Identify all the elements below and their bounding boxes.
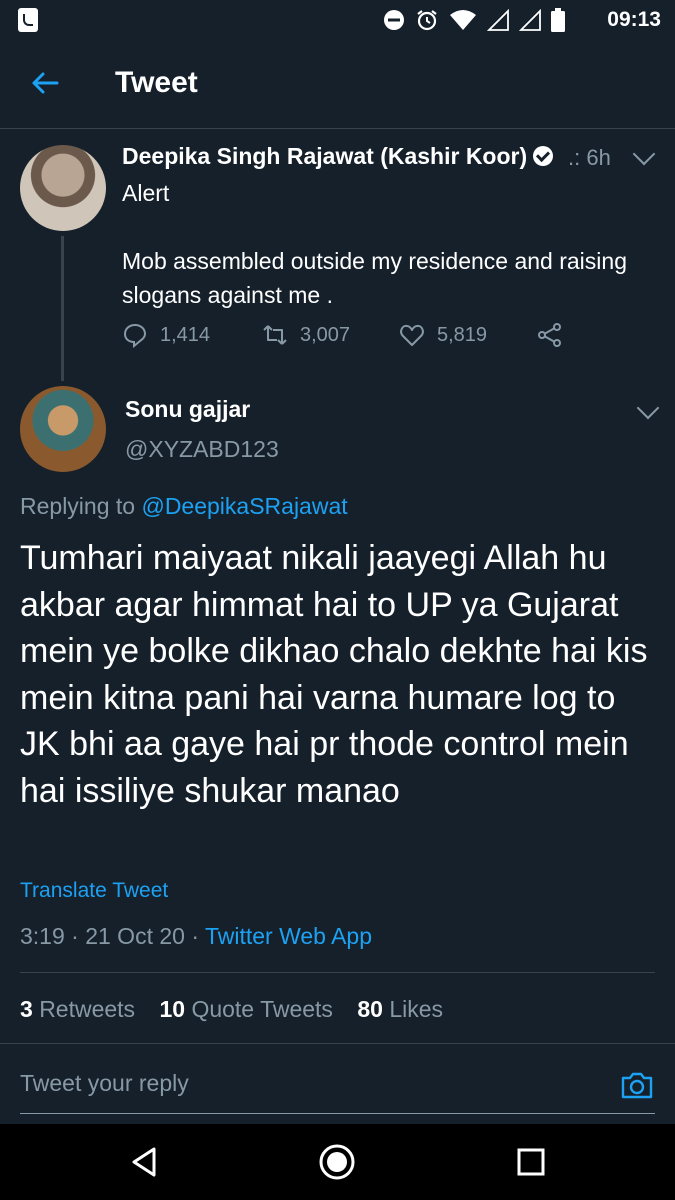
system-nav-bar	[0, 1124, 675, 1200]
heart-icon	[400, 324, 424, 346]
replying-to: Replying to @DeepikaSRajawat	[20, 493, 348, 520]
tweet-timestamp: 3:19 · 21 Oct 20 · Twitter Web App	[20, 923, 372, 950]
retweets-label: Retweets	[39, 996, 136, 1022]
retweet-icon	[263, 325, 287, 345]
reply-count: 1,414	[160, 323, 211, 346]
chevron-down-icon[interactable]	[632, 142, 656, 166]
avatar[interactable]	[20, 386, 106, 472]
do-not-disturb-icon	[384, 10, 404, 30]
reply-input-underline	[20, 1113, 655, 1114]
nav-back-icon[interactable]	[126, 1143, 164, 1181]
quotes-label: Quote Tweets	[191, 996, 333, 1022]
tweet-stats: 3 Retweets 10 Quote Tweets 80 Likes	[20, 996, 461, 1023]
nav-recents-icon[interactable]	[512, 1143, 550, 1181]
likes-label: Likes	[389, 996, 444, 1022]
share-button[interactable]	[537, 322, 563, 348]
camera-icon[interactable]	[620, 1068, 654, 1102]
source-link[interactable]: Twitter Web App	[205, 923, 372, 949]
reply-button[interactable]: 1,414	[122, 322, 262, 348]
battery-icon	[551, 8, 565, 32]
timestamp-text: 3:19 · 21 Oct 20 ·	[20, 923, 205, 949]
verified-badge-icon	[533, 146, 554, 166]
divider	[20, 972, 655, 973]
likes-count: 80	[357, 996, 383, 1022]
reply-icon	[123, 323, 147, 348]
mention-link[interactable]: @DeepikaSRajawat	[141, 493, 347, 519]
status-time: 09:13	[607, 8, 661, 31]
likes-stat[interactable]: 80 Likes	[357, 996, 443, 1022]
wifi-icon	[450, 10, 476, 30]
reply-input[interactable]: Tweet your reply	[20, 1070, 189, 1097]
notification-icon	[18, 8, 38, 32]
page-title: Tweet	[115, 66, 198, 99]
author-handle[interactable]: @XYZABD123	[125, 436, 279, 463]
tweet-text: Alert Mob assembled outside my residence…	[122, 180, 627, 308]
author-name[interactable]: Deepika Singh Rajawat (Kashir Koor)	[122, 143, 554, 170]
top-app-bar: Tweet	[0, 40, 675, 129]
replying-label: Replying to	[20, 493, 136, 519]
alarm-icon	[417, 10, 437, 31]
avatar[interactable]	[20, 145, 106, 231]
tweet-time: .: 6h	[568, 145, 611, 170]
tweet-text: Tumhari maiyaat nikali jaayegi Allah hu …	[20, 539, 648, 810]
signal-icon	[519, 9, 541, 31]
chevron-down-icon[interactable]	[636, 396, 660, 420]
like-button[interactable]: 5,819	[399, 322, 537, 348]
retweets-stat[interactable]: 3 Retweets	[20, 996, 135, 1022]
translate-tweet-link[interactable]: Translate Tweet	[20, 879, 168, 903]
quote-tweets-stat[interactable]: 10 Quote Tweets	[159, 996, 332, 1022]
divider	[0, 1043, 675, 1044]
back-arrow-icon[interactable]	[28, 66, 62, 100]
quotes-count: 10	[159, 996, 186, 1022]
author-name-text: Deepika Singh Rajawat (Kashir Koor)	[122, 143, 528, 169]
retweet-button[interactable]: 3,007	[262, 322, 399, 348]
status-icons	[383, 8, 565, 32]
retweet-count: 3,007	[300, 323, 351, 346]
retweets-count: 3	[20, 996, 33, 1022]
author-name[interactable]: Sonu gajjar	[125, 396, 250, 423]
nav-home-icon[interactable]	[318, 1143, 356, 1181]
share-icon	[538, 323, 561, 347]
signal-icon	[487, 9, 509, 31]
like-count: 5,819	[437, 323, 488, 346]
tweet-actions: 1,414 3,007 5,819	[122, 322, 563, 348]
thread-connector	[61, 236, 64, 381]
status-bar: 09:13	[0, 0, 675, 40]
